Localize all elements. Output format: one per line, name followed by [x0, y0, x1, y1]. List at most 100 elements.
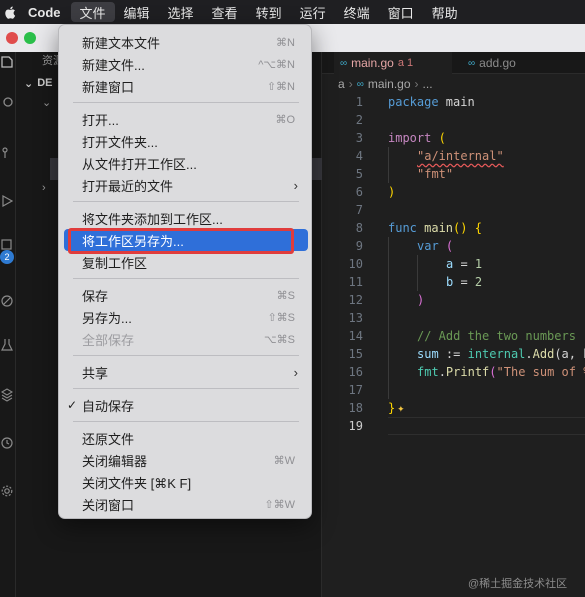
menu-new-window[interactable]: 新建窗口 ⇧⌘N	[64, 75, 308, 97]
line-number: 7	[355, 203, 363, 217]
zoom-window-button[interactable]	[24, 32, 36, 44]
code-token: (	[438, 239, 454, 253]
folder-chevron-down-icon[interactable]: ⌄	[42, 96, 51, 109]
timeline-icon[interactable]	[0, 434, 14, 452]
code-line: 12 )	[322, 291, 585, 309]
menubar-go[interactable]: 转到	[247, 0, 291, 24]
testing-icon[interactable]	[0, 336, 14, 354]
menu-open[interactable]: 打开... ⌘O	[64, 108, 308, 130]
code-line-current: 19	[322, 417, 585, 435]
line-number: 12	[348, 293, 363, 307]
menubar-file[interactable]: 文件	[70, 2, 115, 22]
sparkle-icon[interactable]: ✦	[397, 401, 404, 415]
tab-add-go[interactable]: ∞ add.go	[462, 52, 522, 74]
menu-close-folder[interactable]: 关闭文件夹 [⌘K F]	[64, 471, 308, 493]
menu-item-label: 还原文件	[82, 431, 135, 447]
menu-separator	[73, 102, 299, 103]
code-token: )	[417, 293, 425, 307]
activity-bar: 2	[0, 52, 16, 597]
menu-new-file[interactable]: 新建文件... ^⌥⌘N	[64, 53, 308, 75]
menu-item-label: 关闭窗口	[82, 497, 135, 513]
menubar-run[interactable]: 运行	[291, 0, 335, 24]
menu-revert-file[interactable]: 还原文件	[64, 427, 308, 449]
run-debug-icon[interactable]	[0, 192, 14, 210]
editor-area: ∞ main.go a 1 ∞ add.go a › ∞ main.go › .…	[322, 52, 585, 597]
menubar-view[interactable]: 查看	[203, 0, 247, 24]
code-line: 7	[322, 201, 585, 219]
menu-item-shortcut: ⇧⌘W	[264, 498, 295, 511]
line-number: 4	[355, 149, 363, 163]
menubar-window[interactable]: 窗口	[379, 0, 423, 24]
settings-gear-icon[interactable]	[0, 482, 14, 500]
menu-save[interactable]: 保存 ⌘S	[64, 284, 308, 306]
code-token: () {	[453, 221, 482, 235]
code-line: 3 import (	[322, 129, 585, 147]
line-number: 19	[348, 419, 363, 433]
menu-open-workspace-from-file[interactable]: 从文件打开工作区...	[64, 152, 308, 174]
editor-tabs: ∞ main.go a 1 ∞ add.go	[322, 52, 585, 74]
menubar-terminal[interactable]: 终端	[335, 0, 379, 24]
line-number: 5	[355, 167, 363, 181]
menubar-selection[interactable]: 选择	[159, 0, 203, 24]
line-number: 2	[355, 113, 363, 127]
folder-chevron-right-icon[interactable]: ›	[42, 182, 46, 194]
go-file-icon: ∞	[468, 57, 476, 69]
code-token: .	[438, 365, 446, 379]
code-token: a	[446, 257, 454, 271]
menu-separator	[73, 388, 299, 389]
close-window-button[interactable]	[6, 32, 18, 44]
search-icon[interactable]	[0, 94, 14, 112]
menu-item-label: 新建文本文件	[82, 35, 161, 51]
code-token: }	[388, 401, 396, 415]
line-number: 6	[355, 185, 363, 199]
menubar-help[interactable]: 帮助	[423, 0, 467, 24]
menu-share[interactable]: 共享 ›	[64, 361, 308, 383]
breadcrumb-folder[interactable]: a	[338, 77, 345, 91]
menu-item-label: 保存	[82, 288, 109, 304]
menu-item-label: 关闭编辑器	[82, 453, 148, 469]
menu-auto-save[interactable]: ✓ 自动保存	[64, 394, 308, 416]
tab-main-go[interactable]: ∞ main.go a 1	[334, 52, 452, 74]
menu-save-as[interactable]: 另存为... ⇧⌘S	[64, 306, 308, 328]
menu-open-folder[interactable]: 打开文件夹...	[64, 130, 308, 152]
code-editor[interactable]: 1 package main 2 3 import ( 4 "a/interna…	[322, 93, 585, 435]
menu-item-label: 新建窗口	[82, 79, 135, 95]
code-token: "a/internal"	[417, 149, 504, 163]
go-file-icon: ∞	[356, 78, 364, 90]
checkmark-icon: ✓	[67, 398, 78, 412]
code-token: =	[453, 275, 475, 289]
menu-item-shortcut: ⇧⌘N	[266, 80, 295, 93]
menubar-app-name[interactable]: Code	[18, 0, 71, 24]
code-line: 13	[322, 309, 585, 327]
workspace-section-header[interactable]: ⌄ DE	[24, 72, 53, 94]
code-token: (	[431, 131, 446, 145]
menu-new-text-file[interactable]: 新建文本文件 ⌘N	[64, 31, 308, 53]
menu-duplicate-workspace[interactable]: 复制工作区	[64, 251, 308, 273]
code-token: Add	[532, 347, 555, 361]
menu-item-label: 全部保存	[82, 332, 135, 348]
code-line: 5 "fmt"	[322, 165, 585, 183]
breadcrumb-file[interactable]: main.go	[368, 77, 411, 91]
menu-open-recent[interactable]: 打开最近的文件 ›	[64, 174, 308, 196]
menu-item-label: 新建文件...	[82, 57, 145, 73]
annotation-highlight-box	[68, 228, 294, 254]
code-token: (a, b	[554, 347, 585, 361]
code-token: (	[489, 365, 497, 379]
line-number: 17	[348, 383, 363, 397]
menu-close-window[interactable]: 关闭窗口 ⇧⌘W	[64, 493, 308, 515]
tab-main-go-problems: a 1	[397, 57, 414, 69]
breadcrumb-symbol[interactable]: ...	[423, 77, 433, 91]
menu-close-editor[interactable]: 关闭编辑器 ⌘W	[64, 449, 308, 471]
menu-item-shortcut: ⌘W	[273, 454, 295, 467]
apple-icon[interactable]	[2, 0, 18, 24]
menu-add-folder-to-workspace[interactable]: 将文件夹添加到工作区...	[64, 207, 308, 229]
menubar-edit[interactable]: 编辑	[115, 0, 159, 24]
menu-item-shortcut: ^⌥⌘N	[258, 58, 295, 71]
source-control-icon[interactable]	[0, 144, 14, 162]
menu-item-label: 打开最近的文件	[82, 178, 174, 194]
menu-item-label: 将文件夹添加到工作区...	[82, 211, 223, 227]
stack-icon[interactable]	[0, 386, 14, 404]
line-number: 10	[348, 257, 363, 271]
remote-explorer-icon[interactable]	[0, 292, 14, 310]
explorer-icon[interactable]	[0, 52, 14, 70]
